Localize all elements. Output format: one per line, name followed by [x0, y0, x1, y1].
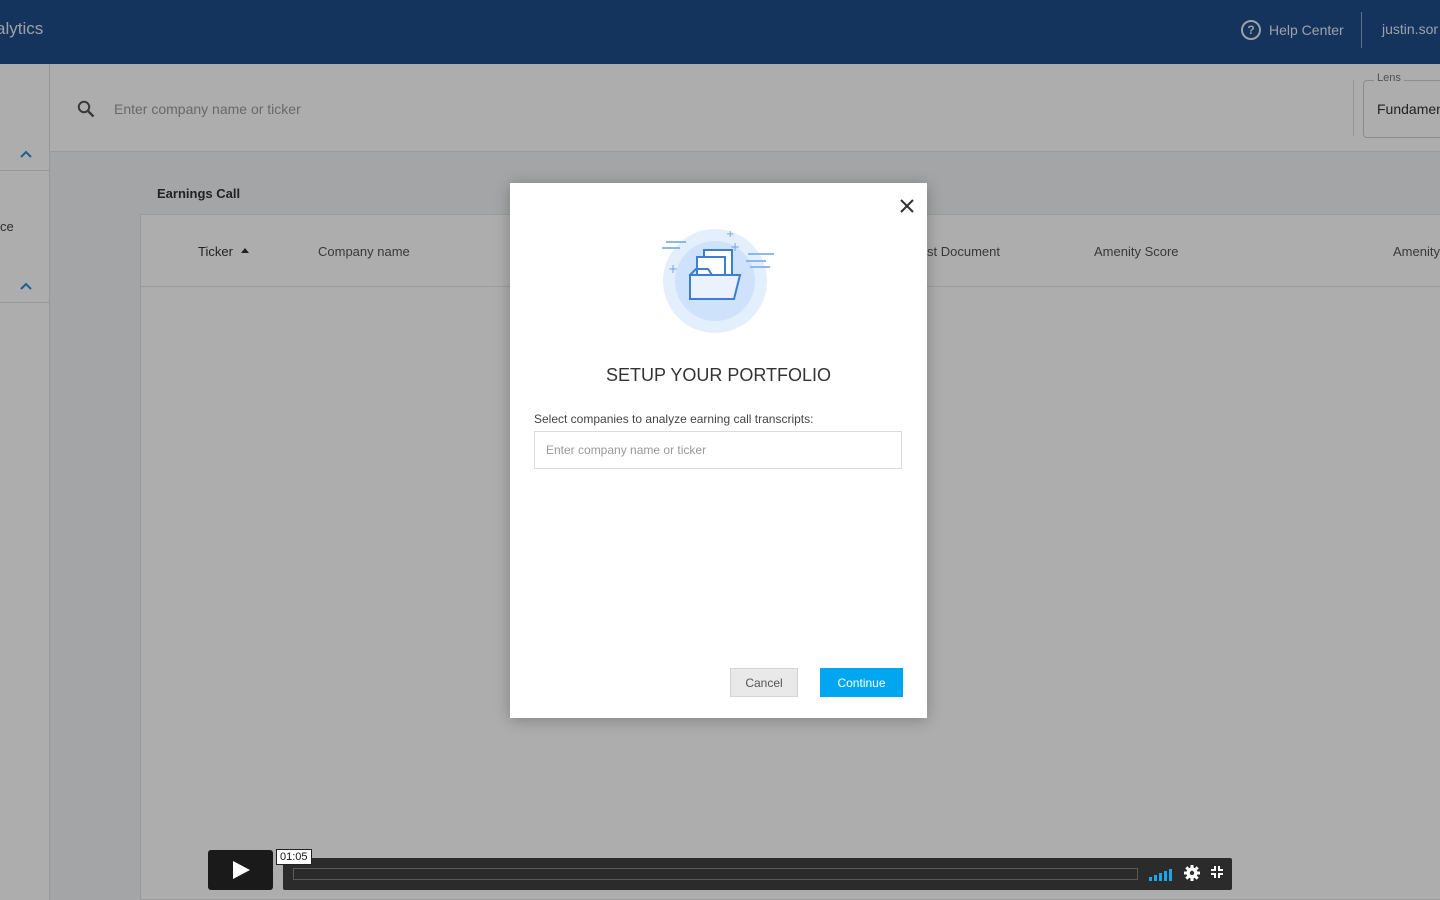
company-search-field[interactable] — [534, 431, 902, 469]
volume-icon[interactable] — [1149, 867, 1175, 881]
folder-documents-icon: + + + — [658, 223, 778, 333]
fullscreen-icon[interactable] — [1209, 865, 1225, 881]
gear-icon[interactable] — [1183, 864, 1201, 882]
progress-bar[interactable] — [293, 868, 1138, 880]
play-icon — [233, 861, 250, 879]
continue-button[interactable]: Continue — [820, 668, 903, 697]
svg-text:+: + — [726, 229, 734, 240]
modal-title: SETUP YOUR PORTFOLIO — [605, 365, 832, 385]
video-controls — [283, 858, 1232, 890]
svg-text:+: + — [668, 262, 678, 276]
play-button[interactable] — [208, 850, 273, 890]
setup-portfolio-dialog: + + + SETUP YOUR PORTFOLIO Select compan… — [510, 183, 927, 718]
modal-instruction: Select companies to analyze earning call… — [534, 412, 814, 426]
current-time-label: 01:05 — [276, 849, 312, 865]
close-icon[interactable] — [896, 195, 918, 217]
cancel-button[interactable]: Cancel — [730, 668, 798, 697]
